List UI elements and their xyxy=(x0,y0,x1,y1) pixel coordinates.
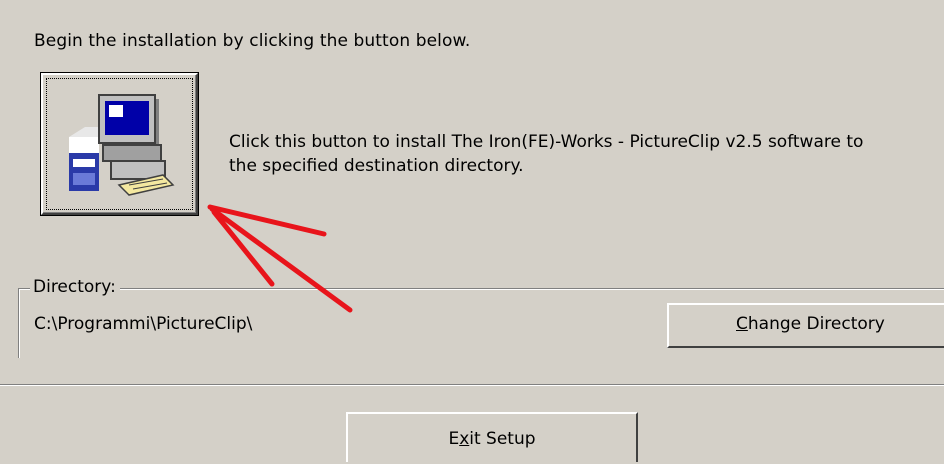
exit-setup-button[interactable]: Exit Setup xyxy=(346,412,638,462)
intro-text: Begin the installation by clicking the b… xyxy=(34,31,471,51)
install-description: Click this button to install The Iron(FE… xyxy=(229,130,944,178)
change-directory-button[interactable]: Change Directory xyxy=(667,303,944,348)
red-arrow-annotation xyxy=(207,204,353,313)
install-description-line2: the specified destination directory. xyxy=(229,156,524,176)
change-directory-label: hange Directory xyxy=(747,314,885,334)
change-directory-mnemonic: C xyxy=(736,314,748,334)
exit-label-start: E xyxy=(448,429,460,449)
directory-path: C:\Programmi\PictureClip\ xyxy=(34,314,253,334)
directory-label: Directory: xyxy=(30,277,120,297)
install-description-line1: Click this button to install The Iron(FE… xyxy=(229,132,864,152)
setup-computer-icon xyxy=(69,94,175,196)
install-button[interactable] xyxy=(41,73,198,215)
exit-mnemonic: x xyxy=(459,429,470,449)
exit-label-end: it Setup xyxy=(469,429,536,449)
separator-line xyxy=(0,384,944,386)
